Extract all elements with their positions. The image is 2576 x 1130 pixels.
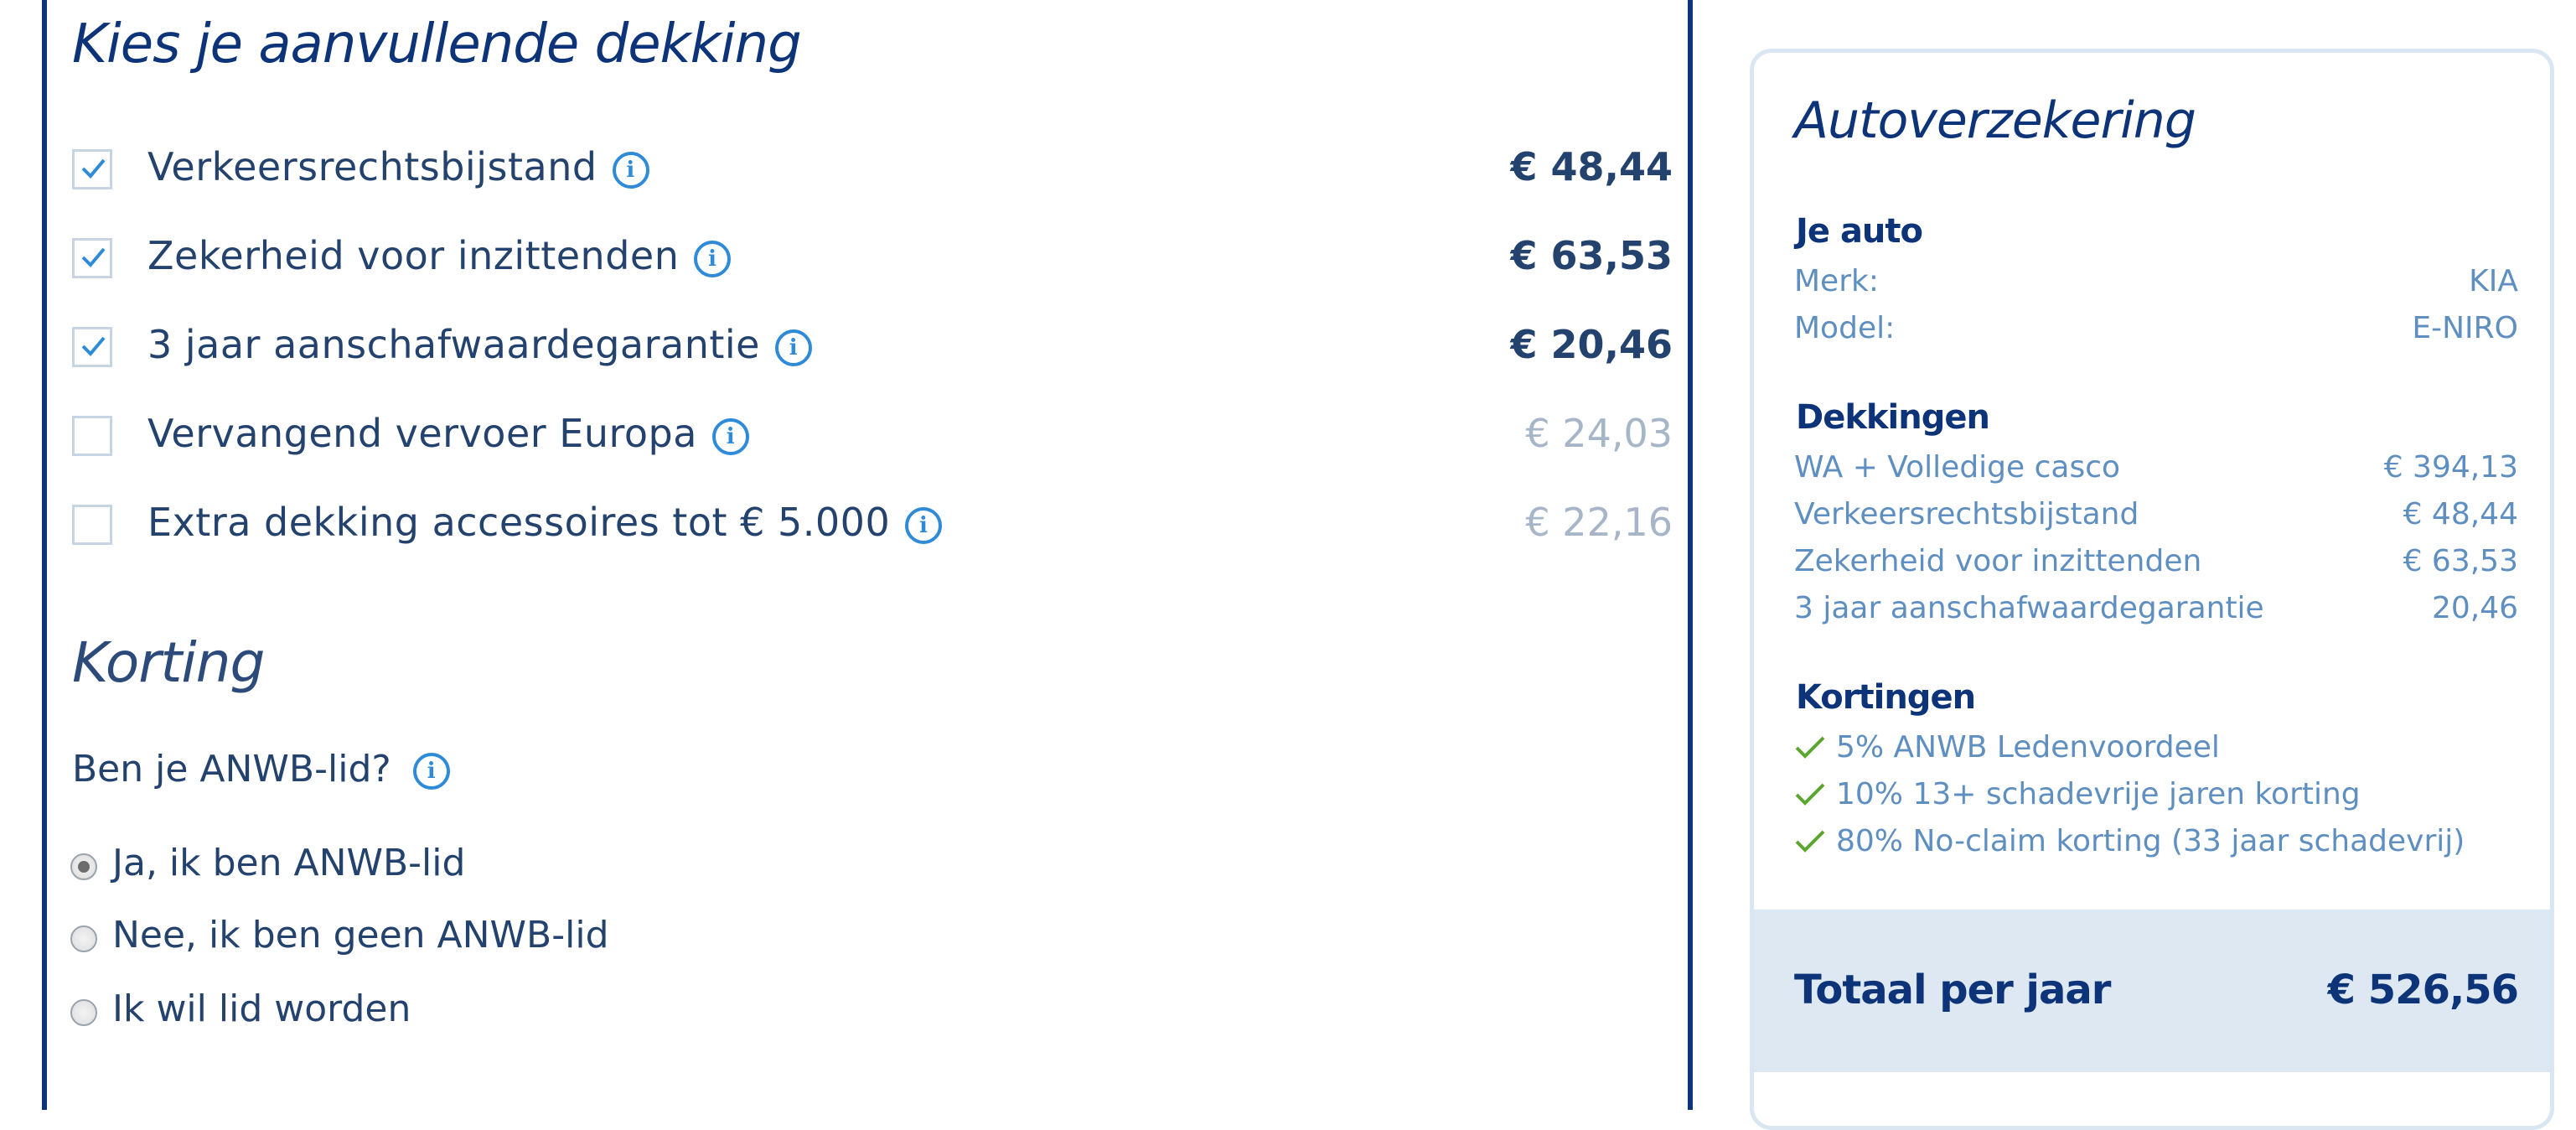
coverage-summary-row: 3 jaar aanschafwaardegarantie 20,46 <box>1794 591 2518 633</box>
radio-button[interactable] <box>70 999 97 1026</box>
car-heading: Je auto <box>1796 212 1923 251</box>
radio-label: Ik wil lid worden <box>112 987 411 1030</box>
discount-item: 5% ANWB Ledenvoordeel <box>1794 730 2220 772</box>
coverage-row-verkeersrechtsbijstand[interactable]: Verkeersrechtsbijstand i € 48,44 <box>72 143 1673 201</box>
insurance-summary-card: Autoverzekering Je auto Merk: KIA Model:… <box>1750 49 2554 1130</box>
info-icon[interactable]: i <box>612 152 649 189</box>
summary-label: Verkeersrechtsbijstand <box>1794 497 2139 531</box>
coverage-row-extra-accessoires[interactable]: Extra dekking accessoires tot € 5.000 i €… <box>72 498 1673 557</box>
summary-value: € 394,13 <box>2383 450 2518 485</box>
coverage-checkbox[interactable] <box>72 416 112 456</box>
summary-value: € 48,44 <box>2403 497 2518 531</box>
checkmark-icon <box>1795 830 1825 853</box>
info-icon[interactable]: i <box>711 418 749 455</box>
discount-item: 80% No-claim korting (33 jaar schadevrij… <box>1794 824 2465 866</box>
coverage-price: € 63,53 <box>1510 233 1673 278</box>
coverage-price: € 24,03 <box>1525 411 1673 456</box>
radio-label: Nee, ik ben geen ANWB-lid <box>112 914 609 956</box>
coverage-label: Verkeersrechtsbijstand <box>147 144 597 189</box>
coverage-checkbox[interactable] <box>72 238 112 278</box>
coverage-section-title: Kies je aanvullende dekking <box>72 13 802 75</box>
coverages-heading: Dekkingen <box>1796 398 1990 437</box>
coverage-price: € 20,46 <box>1510 322 1673 367</box>
coverage-label: Extra dekking accessoires tot € 5.000 <box>147 500 891 545</box>
summary-title: Autoverzekering <box>1794 91 2196 150</box>
membership-question: Ben je ANWB-lid? i <box>72 748 450 790</box>
membership-question-label: Ben je ANWB-lid? <box>72 748 391 790</box>
coverage-summary-row: Verkeersrechtsbijstand € 48,44 <box>1794 497 2518 539</box>
discounts-heading: Kortingen <box>1796 678 1976 717</box>
discount-section-title: Korting <box>72 630 265 695</box>
car-row-model: Model: E-NIRO <box>1794 311 2518 353</box>
summary-label: 3 jaar aanschafwaardegarantie <box>1794 591 2264 625</box>
total-band: Totaal per jaar € 526,56 <box>1754 910 2550 1072</box>
discount-label: 10% 13+ schadevrije jaren korting <box>1836 777 2361 811</box>
checkmark-icon <box>1795 783 1825 806</box>
coverage-label: Zekerheid voor inzittenden <box>147 233 680 278</box>
coverage-row-aanschafwaardegarantie[interactable]: 3 jaar aanschafwaardegarantie i € 20,46 <box>72 320 1673 379</box>
summary-value: KIA <box>2469 264 2518 298</box>
total-value: € 526,56 <box>2327 967 2519 1013</box>
summary-value: E-NIRO <box>2412 311 2518 345</box>
total-label: Totaal per jaar <box>1794 967 2111 1013</box>
discount-label: 80% No-claim korting (33 jaar schadevrij… <box>1836 824 2465 858</box>
info-icon[interactable]: i <box>694 241 732 277</box>
summary-label: Zekerheid voor inzittenden <box>1794 544 2202 578</box>
coverage-label: 3 jaar aanschafwaardegarantie <box>147 322 760 367</box>
summary-label: WA + Volledige casco <box>1794 450 2121 485</box>
coverage-label: Vervangend vervoer Europa <box>147 411 697 456</box>
info-icon[interactable]: i <box>412 753 450 790</box>
checkmark-icon <box>1795 736 1825 759</box>
coverage-summary-row: WA + Volledige casco € 394,13 <box>1794 450 2518 492</box>
coverage-price: € 48,44 <box>1510 144 1673 189</box>
coverage-price: € 22,16 <box>1525 500 1673 545</box>
discount-label: 5% ANWB Ledenvoordeel <box>1836 730 2220 765</box>
car-row-brand: Merk: KIA <box>1794 264 2518 306</box>
info-icon[interactable]: i <box>774 329 812 366</box>
radio-button[interactable] <box>70 853 97 880</box>
summary-value: € 63,53 <box>2403 544 2518 578</box>
summary-value: 20,46 <box>2431 591 2518 625</box>
radio-label: Ja, ik ben ANWB-lid <box>112 842 466 884</box>
summary-label: Model: <box>1794 311 1896 345</box>
info-icon[interactable]: i <box>905 507 943 544</box>
summary-label: Merk: <box>1794 264 1879 298</box>
coverage-row-zekerheid-inzittenden[interactable]: Zekerheid voor inzittenden i € 63,53 <box>72 231 1673 290</box>
radio-button[interactable] <box>70 925 97 952</box>
discount-item: 10% 13+ schadevrije jaren korting <box>1794 777 2361 819</box>
coverage-checkbox[interactable] <box>72 327 112 367</box>
coverage-checkbox[interactable] <box>72 149 112 189</box>
coverage-row-vervangend-vervoer[interactable]: Vervangend vervoer Europa i € 24,03 <box>72 409 1673 468</box>
coverage-summary-row: Zekerheid voor inzittenden € 63,53 <box>1794 544 2518 586</box>
coverage-checkbox[interactable] <box>72 505 112 545</box>
